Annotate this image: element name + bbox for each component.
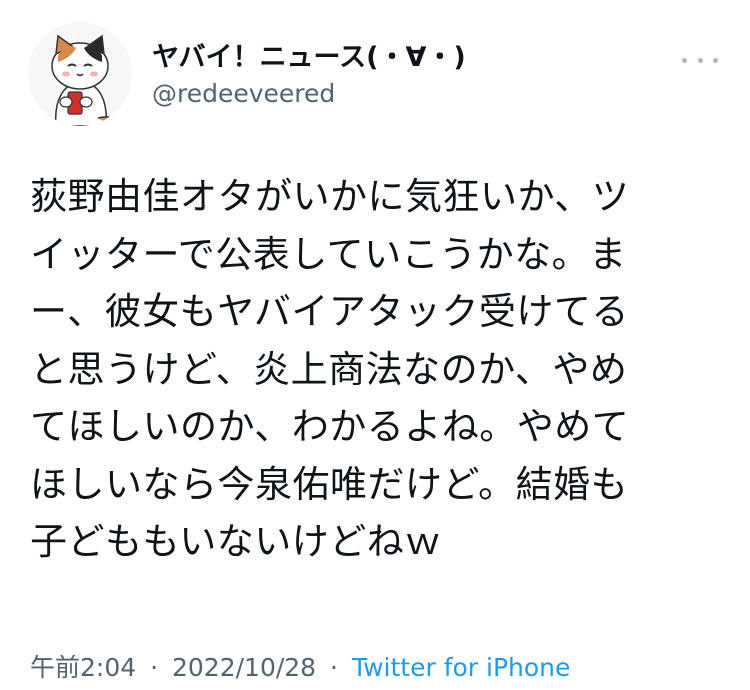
tweet-text-line: ー、彼女もヤバイアタック受けてる — [30, 290, 629, 333]
user-handle[interactable]: @redeeveered — [152, 76, 466, 112]
more-horizontal-icon — [713, 57, 718, 63]
tweet-text-line: ほしいなら今泉佑唯だけど。結婚も — [30, 462, 629, 506]
tweet-text-line: 子どももいないけどねｗ — [30, 520, 442, 563]
tweet-metadata: 午前2:04 · 2022/10/28 · Twitter for iPhone — [30, 650, 570, 686]
tweet-text-line: てほしいのか、わかるよね。やめて — [30, 405, 630, 448]
avatar[interactable] — [28, 22, 132, 126]
tweet-text-line: イッターで公表していこうかな。ま — [30, 232, 627, 276]
meta-separator: · — [150, 653, 159, 682]
tweet-text: 荻野由佳オタがいかに気狂いか、ツ イッターで公表していこうかな。ま ー、彼女もヤ… — [30, 168, 730, 571]
more-horizontal-icon — [682, 57, 687, 63]
meta-separator: · — [330, 653, 338, 682]
tweet-text-line: 荻野由佳オタがいかに気狂いか、ツ — [30, 175, 630, 218]
more-options-button[interactable] — [678, 48, 722, 72]
tweet-date[interactable]: 2022/10/28 — [172, 653, 316, 682]
tweet-text-line: と思うけど、炎上商法なのか、やめ — [30, 347, 628, 391]
tweet-source-link[interactable]: Twitter for iPhone — [352, 653, 570, 682]
author-info: ヤバイ！ニュース(・∀・) @redeeveered — [152, 40, 466, 112]
tweet-time[interactable]: 午前2:04 — [30, 653, 136, 682]
tweet-card: ヤバイ！ニュース(・∀・) @redeeveered 荻野由佳オタがいかに気狂い… — [0, 0, 750, 690]
more-horizontal-icon — [697, 57, 703, 63]
display-name[interactable]: ヤバイ！ニュース(・∀・) — [152, 40, 466, 76]
calico-cat-avatar-icon — [28, 22, 132, 126]
